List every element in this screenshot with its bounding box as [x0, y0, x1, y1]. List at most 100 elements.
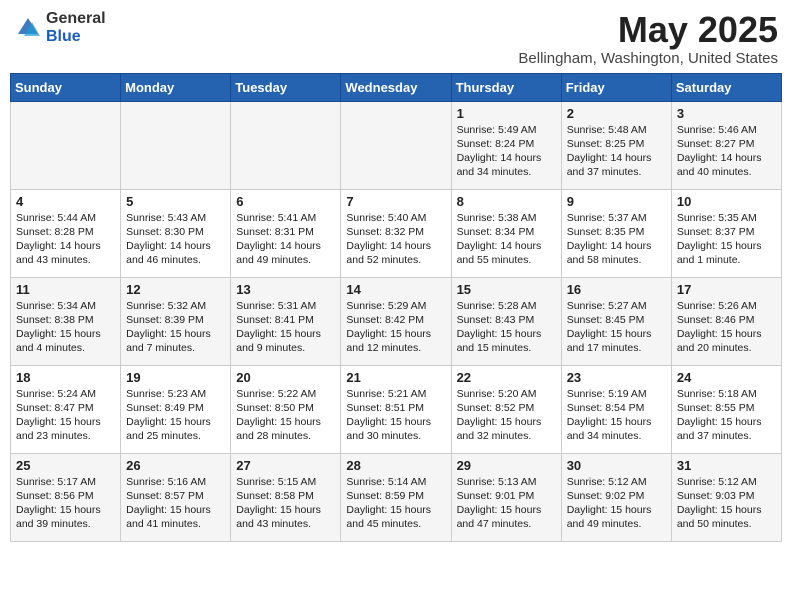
- calendar-cell: [121, 101, 231, 189]
- calendar-cell: 28 Sunrise: 5:14 AM Sunset: 8:59 PM Dayli…: [341, 453, 451, 541]
- logo-blue: Blue: [46, 28, 106, 46]
- page-header: General Blue May 2025 Bellingham, Washin…: [10, 10, 782, 67]
- cell-text: Sunrise: 5:16 AM Sunset: 8:57 PM Dayligh…: [126, 475, 225, 532]
- calendar-cell: 18Sunrise: 5:24 AM Sunset: 8:47 PM Dayli…: [11, 365, 121, 453]
- day-number: 26: [126, 458, 225, 473]
- day-number: 9: [567, 194, 666, 209]
- calendar-cell: [231, 101, 341, 189]
- calendar-cell: 8 Sunrise: 5:38 AM Sunset: 8:34 PM Daylig…: [451, 189, 561, 277]
- cell-text: Sunrise: 5:44 AM Sunset: 8:28 PM Dayligh…: [16, 211, 115, 268]
- cell-text: Sunrise: 5:24 AM Sunset: 8:47 PM Dayligh…: [16, 387, 115, 444]
- calendar-cell: 30 Sunrise: 5:12 AM Sunset: 9:02 PM Dayli…: [561, 453, 671, 541]
- calendar-cell: 27 Sunrise: 5:15 AM Sunset: 8:58 PM Dayli…: [231, 453, 341, 541]
- day-number: 2: [567, 106, 666, 121]
- day-number: 8: [457, 194, 556, 209]
- header-thursday: Thursday: [451, 73, 561, 101]
- cell-text: Sunrise: 5:12 AM Sunset: 9:03 PM Dayligh…: [677, 475, 776, 532]
- calendar-cell: 20Sunrise: 5:22 AM Sunset: 8:50 PM Dayli…: [231, 365, 341, 453]
- calendar-cell: 12 Sunrise: 5:32 AM Sunset: 8:39 PM Dayli…: [121, 277, 231, 365]
- day-number: 4: [16, 194, 115, 209]
- day-number: 24: [677, 370, 776, 385]
- cell-text: Sunrise: 5:20 AM Sunset: 8:52 PM Dayligh…: [457, 387, 556, 444]
- calendar-cell: 24 Sunrise: 5:18 AM Sunset: 8:55 PM Dayli…: [671, 365, 781, 453]
- day-number: 1: [457, 106, 556, 121]
- logo: General Blue: [14, 10, 106, 45]
- day-number: 12: [126, 282, 225, 297]
- calendar-week-1: 1 Sunrise: 5:49 AM Sunset: 8:24 PM Daylig…: [11, 101, 782, 189]
- calendar-cell: [11, 101, 121, 189]
- cell-text: Sunrise: 5:32 AM Sunset: 8:39 PM Dayligh…: [126, 299, 225, 356]
- calendar-week-3: 11 Sunrise: 5:34 AM Sunset: 8:38 PM Dayli…: [11, 277, 782, 365]
- calendar-cell: 9 Sunrise: 5:37 AM Sunset: 8:35 PM Daylig…: [561, 189, 671, 277]
- day-number: 10: [677, 194, 776, 209]
- logo-text: General Blue: [46, 10, 106, 45]
- day-number: 27: [236, 458, 335, 473]
- cell-text: Sunrise: 5:15 AM Sunset: 8:58 PM Dayligh…: [236, 475, 335, 532]
- cell-text: Sunrise: 5:13 AM Sunset: 9:01 PM Dayligh…: [457, 475, 556, 532]
- cell-text: Sunrise: 5:27 AM Sunset: 8:45 PM Dayligh…: [567, 299, 666, 356]
- day-number: 3: [677, 106, 776, 121]
- logo-icon: [14, 14, 42, 42]
- title-block: May 2025 Bellingham, Washington, United …: [518, 10, 778, 67]
- cell-text: Sunrise: 5:28 AM Sunset: 8:43 PM Dayligh…: [457, 299, 556, 356]
- day-number: 21: [346, 370, 445, 385]
- calendar-cell: 14Sunrise: 5:29 AM Sunset: 8:42 PM Dayli…: [341, 277, 451, 365]
- day-number: 17: [677, 282, 776, 297]
- location: Bellingham, Washington, United States: [518, 50, 778, 67]
- day-number: 30: [567, 458, 666, 473]
- day-number: 6: [236, 194, 335, 209]
- cell-text: Sunrise: 5:14 AM Sunset: 8:59 PM Dayligh…: [346, 475, 445, 532]
- header-monday: Monday: [121, 73, 231, 101]
- cell-text: Sunrise: 5:38 AM Sunset: 8:34 PM Dayligh…: [457, 211, 556, 268]
- cell-text: Sunrise: 5:37 AM Sunset: 8:35 PM Dayligh…: [567, 211, 666, 268]
- day-number: 14: [346, 282, 445, 297]
- calendar-cell: 11 Sunrise: 5:34 AM Sunset: 8:38 PM Dayli…: [11, 277, 121, 365]
- calendar-cell: 29 Sunrise: 5:13 AM Sunset: 9:01 PM Dayli…: [451, 453, 561, 541]
- header-saturday: Saturday: [671, 73, 781, 101]
- cell-text: Sunrise: 5:12 AM Sunset: 9:02 PM Dayligh…: [567, 475, 666, 532]
- cell-text: Sunrise: 5:21 AM Sunset: 8:51 PM Dayligh…: [346, 387, 445, 444]
- calendar-cell: 13Sunrise: 5:31 AM Sunset: 8:41 PM Dayli…: [231, 277, 341, 365]
- cell-text: Sunrise: 5:49 AM Sunset: 8:24 PM Dayligh…: [457, 123, 556, 180]
- cell-text: Sunrise: 5:26 AM Sunset: 8:46 PM Dayligh…: [677, 299, 776, 356]
- header-friday: Friday: [561, 73, 671, 101]
- cell-text: Sunrise: 5:31 AM Sunset: 8:41 PM Dayligh…: [236, 299, 335, 356]
- calendar-cell: 5 Sunrise: 5:43 AM Sunset: 8:30 PM Daylig…: [121, 189, 231, 277]
- cell-text: Sunrise: 5:35 AM Sunset: 8:37 PM Dayligh…: [677, 211, 776, 268]
- cell-text: Sunrise: 5:48 AM Sunset: 8:25 PM Dayligh…: [567, 123, 666, 180]
- day-number: 31: [677, 458, 776, 473]
- day-number: 23: [567, 370, 666, 385]
- logo-general: General: [46, 10, 106, 28]
- day-number: 5: [126, 194, 225, 209]
- cell-text: Sunrise: 5:18 AM Sunset: 8:55 PM Dayligh…: [677, 387, 776, 444]
- calendar-week-2: 4 Sunrise: 5:44 AM Sunset: 8:28 PM Daylig…: [11, 189, 782, 277]
- cell-text: Sunrise: 5:17 AM Sunset: 8:56 PM Dayligh…: [16, 475, 115, 532]
- cell-text: Sunrise: 5:46 AM Sunset: 8:27 PM Dayligh…: [677, 123, 776, 180]
- calendar-cell: 4 Sunrise: 5:44 AM Sunset: 8:28 PM Daylig…: [11, 189, 121, 277]
- cell-text: Sunrise: 5:41 AM Sunset: 8:31 PM Dayligh…: [236, 211, 335, 268]
- calendar-cell: 23 Sunrise: 5:19 AM Sunset: 8:54 PM Dayli…: [561, 365, 671, 453]
- day-number: 25: [16, 458, 115, 473]
- calendar-cell: 19Sunrise: 5:23 AM Sunset: 8:49 PM Dayli…: [121, 365, 231, 453]
- cell-text: Sunrise: 5:34 AM Sunset: 8:38 PM Dayligh…: [16, 299, 115, 356]
- day-number: 29: [457, 458, 556, 473]
- calendar-cell: [341, 101, 451, 189]
- header-wednesday: Wednesday: [341, 73, 451, 101]
- calendar-cell: 22Sunrise: 5:20 AM Sunset: 8:52 PM Dayli…: [451, 365, 561, 453]
- calendar-cell: 16Sunrise: 5:27 AM Sunset: 8:45 PM Dayli…: [561, 277, 671, 365]
- day-number: 19: [126, 370, 225, 385]
- day-number: 11: [16, 282, 115, 297]
- day-number: 20: [236, 370, 335, 385]
- day-number: 28: [346, 458, 445, 473]
- calendar-cell: 10 Sunrise: 5:35 AM Sunset: 8:37 PM Dayli…: [671, 189, 781, 277]
- calendar-cell: 31 Sunrise: 5:12 AM Sunset: 9:03 PM Dayli…: [671, 453, 781, 541]
- day-number: 15: [457, 282, 556, 297]
- calendar-week-5: 25 Sunrise: 5:17 AM Sunset: 8:56 PM Dayli…: [11, 453, 782, 541]
- header-sunday: Sunday: [11, 73, 121, 101]
- month-title: May 2025: [518, 10, 778, 50]
- cell-text: Sunrise: 5:43 AM Sunset: 8:30 PM Dayligh…: [126, 211, 225, 268]
- calendar-cell: 3 Sunrise: 5:46 AM Sunset: 8:27 PM Daylig…: [671, 101, 781, 189]
- calendar-cell: 21 Sunrise: 5:21 AM Sunset: 8:51 PM Dayli…: [341, 365, 451, 453]
- cell-text: Sunrise: 5:19 AM Sunset: 8:54 PM Dayligh…: [567, 387, 666, 444]
- calendar-table: SundayMondayTuesdayWednesdayThursdayFrid…: [10, 73, 782, 542]
